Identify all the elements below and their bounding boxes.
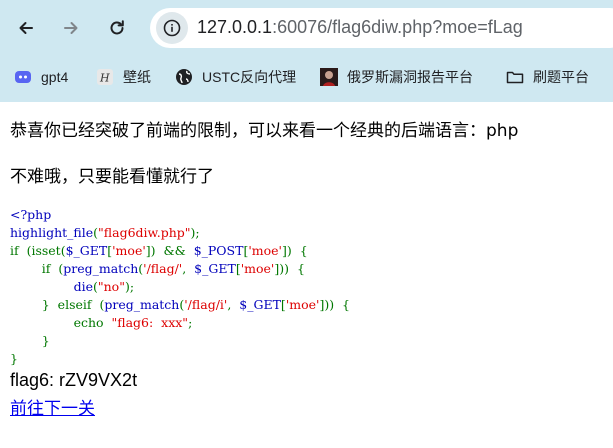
- site-info-button[interactable]: [156, 12, 188, 44]
- code-token: $_GET: [194, 261, 236, 276]
- code-token: if (: [10, 261, 64, 276]
- code-token: ])) {: [319, 297, 350, 312]
- arrow-left-icon: [19, 22, 33, 34]
- svg-text:H: H: [99, 72, 110, 85]
- code-token: preg_match: [104, 297, 180, 312]
- code-token: ]) {: [282, 243, 308, 258]
- php-source-code: <?php highlight_file("flag6diw.php"); if (…: [10, 206, 350, 368]
- address-bar[interactable]: 127.0.0.1:60076/flag6diw.php?moe=fLag: [150, 8, 613, 48]
- page-content: 恭喜你已经突破了前端的限制，可以来看一个经典的后端语言：php 不难哦，只要能看…: [0, 102, 613, 448]
- code-line: <?php: [10, 206, 350, 224]
- code-token: );: [124, 279, 135, 294]
- discord-icon: [14, 68, 32, 86]
- code-token: ,: [227, 297, 240, 312]
- code-token: }: [10, 351, 18, 366]
- page-subtitle: 不难哦，只要能看懂就行了: [10, 167, 214, 187]
- bookmark-practice-folder[interactable]: 刷题平台: [506, 64, 589, 90]
- code-token: "flag6: xxx": [111, 315, 189, 330]
- code-token: 'moe': [285, 297, 320, 312]
- code-token: <?php: [10, 207, 52, 222]
- code-token: ;: [188, 315, 193, 330]
- code-token: 'moe': [240, 261, 275, 276]
- code-token: highlight_file: [10, 225, 94, 240]
- bookmark-gpt4[interactable]: gpt4: [14, 64, 68, 90]
- info-icon: [163, 19, 181, 37]
- url-text[interactable]: 127.0.0.1:60076/flag6diw.php?moe=fLag: [197, 17, 523, 38]
- url-path: :60076/flag6diw.php?moe=fLag: [272, 17, 523, 37]
- code-token: preg_match: [63, 261, 139, 276]
- browser-chrome: 127.0.0.1:60076/flag6diw.php?moe=fLag gp…: [0, 0, 613, 102]
- code-token: } elseif (: [10, 297, 105, 312]
- url-host: 127.0.0.1: [197, 17, 273, 37]
- flag-output: flag6: rZV9VX2t: [10, 370, 138, 390]
- reload-icon: [110, 20, 124, 35]
- code-token: }: [10, 333, 50, 348]
- bookmark-label: 壁纸: [123, 69, 151, 85]
- code-line: } elseif (preg_match('/flag/i', $_GET['m…: [10, 296, 350, 314]
- code-token: '/flag/i': [184, 297, 228, 312]
- page-heading: 恭喜你已经突破了前端的限制，可以来看一个经典的后端语言：php: [10, 121, 519, 141]
- next-level-link[interactable]: 前往下一关: [10, 394, 95, 419]
- code-line: die("no");: [10, 278, 350, 296]
- code-token: "flag6diw.php": [98, 225, 191, 240]
- forward-button[interactable]: [55, 12, 87, 44]
- code-line: if (preg_match('/flag/', $_GET['moe'])) …: [10, 260, 350, 278]
- code-token: $_POST: [193, 243, 244, 258]
- reload-button[interactable]: [101, 12, 133, 44]
- bookmarks-bar: gpt4 H 壁纸 USTC反向代理 俄罗斯漏洞报告平台 刷题平台: [0, 60, 613, 94]
- code-line: echo "flag6: xxx";: [10, 314, 350, 332]
- browser-toolbar: 127.0.0.1:60076/flag6diw.php?moe=fLag: [0, 0, 613, 56]
- bookmark-label: USTC反向代理: [202, 69, 297, 85]
- code-token: $_GET: [65, 243, 108, 258]
- code-token: ]) &&: [145, 243, 194, 258]
- bookmark-wallpaper[interactable]: H 壁纸: [96, 64, 151, 90]
- wallpaper-site-icon: H: [96, 68, 114, 86]
- code-line: highlight_file("flag6diw.php");: [10, 224, 350, 242]
- code-token: $_GET: [239, 297, 281, 312]
- bookmark-vuln-platform[interactable]: 俄罗斯漏洞报告平台: [320, 64, 473, 90]
- bookmark-ustc-proxy[interactable]: USTC反向代理: [175, 64, 296, 90]
- globe-icon: [175, 68, 193, 86]
- code-token: echo: [10, 315, 112, 330]
- code-token: 'moe': [112, 243, 146, 258]
- bookmark-label: gpt4: [41, 69, 69, 85]
- bookmark-label: 俄罗斯漏洞报告平台: [347, 69, 473, 85]
- back-button[interactable]: [10, 12, 42, 44]
- bookmark-label: 刷题平台: [533, 69, 589, 85]
- code-token: die: [73, 279, 93, 294]
- code-token: 'moe': [248, 243, 282, 258]
- code-line: if (isset($_GET['moe']) && $_POST['moe']…: [10, 242, 350, 260]
- code-token: );: [190, 225, 200, 240]
- code-token: ])) {: [274, 261, 305, 276]
- folder-icon: [506, 68, 524, 86]
- code-line: }: [10, 332, 350, 350]
- code-token: if (isset(: [10, 243, 66, 258]
- code-token: ,: [182, 261, 195, 276]
- code-token: '/flag/': [143, 261, 183, 276]
- avatar-icon: [320, 68, 338, 86]
- code-line: }: [10, 350, 350, 368]
- code-token: "no": [97, 279, 125, 294]
- arrow-right-icon: [64, 22, 78, 34]
